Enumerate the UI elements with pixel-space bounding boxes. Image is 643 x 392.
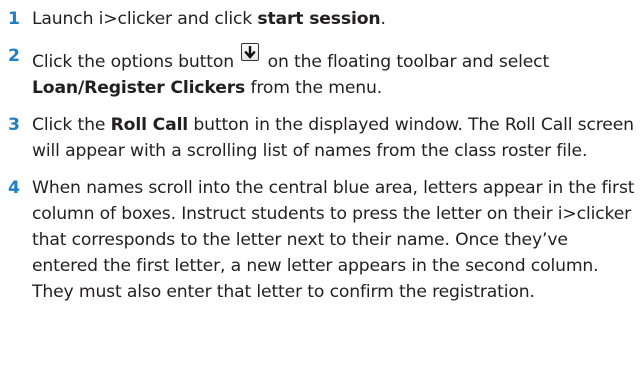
instruction-steps: 1 Launch i>clicker and click start sessi… bbox=[0, 0, 643, 305]
options-arrow-down-icon bbox=[241, 43, 260, 61]
step-number: 4 bbox=[8, 178, 20, 198]
step-3: 3 Click the Roll Call button in the disp… bbox=[0, 112, 643, 164]
step-2: 2 Click the options button on the floati… bbox=[0, 43, 643, 101]
step-number: 3 bbox=[8, 115, 20, 135]
step-number: 2 bbox=[8, 46, 20, 66]
step-number: 1 bbox=[8, 9, 20, 29]
step-text: Click the options button on the floating… bbox=[32, 43, 643, 101]
step-text: Click the Roll Call button in the displa… bbox=[32, 115, 634, 161]
step-text: When names scroll into the central blue … bbox=[32, 178, 635, 302]
step-text: Launch i>clicker and click start session… bbox=[32, 9, 386, 29]
bold-term-roll-call: Roll Call bbox=[110, 115, 189, 135]
step-4: 4 When names scroll into the central blu… bbox=[0, 175, 643, 305]
step-1: 1 Launch i>clicker and click start sessi… bbox=[0, 6, 643, 32]
bold-term-start-session: start session bbox=[257, 9, 381, 29]
bold-term-loan-register-clickers: Loan/Register Clickers bbox=[32, 78, 246, 98]
